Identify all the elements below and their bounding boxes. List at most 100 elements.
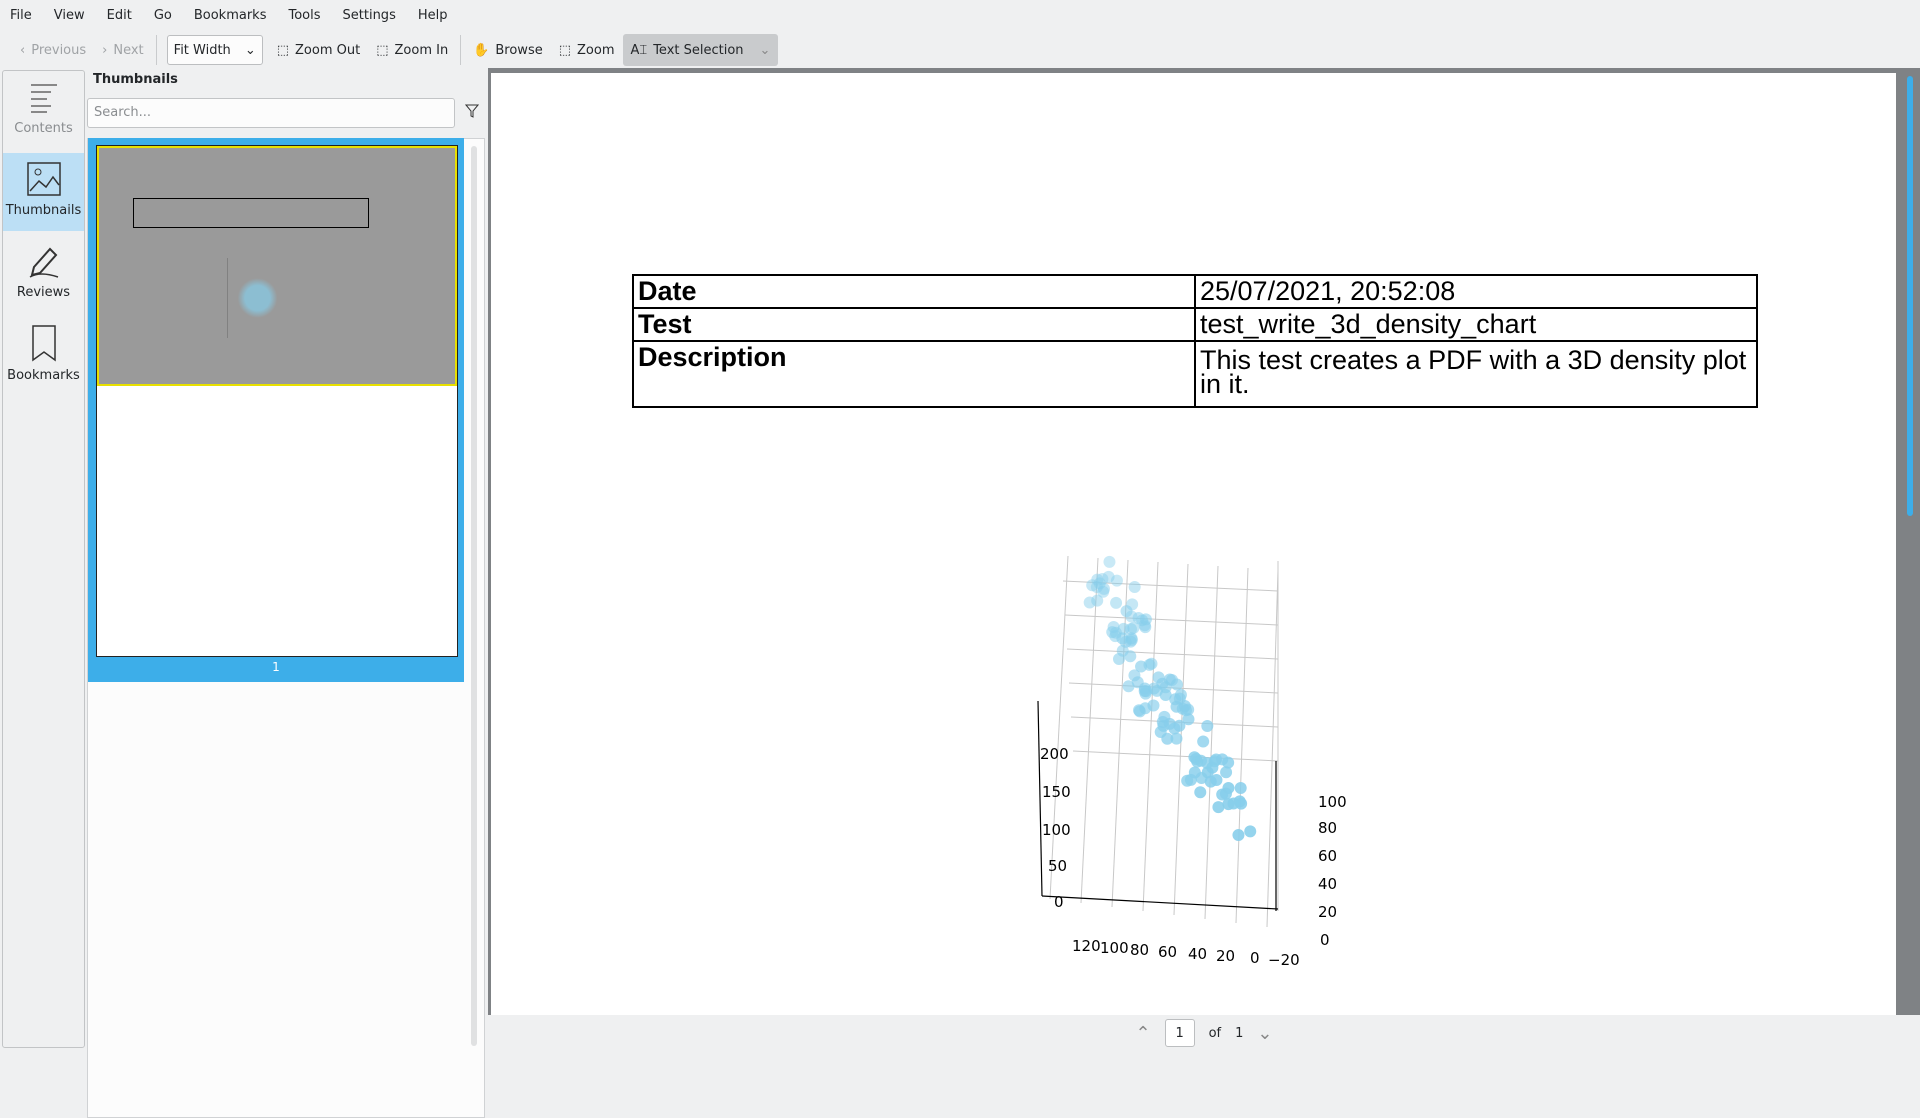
plot-point: [1201, 719, 1214, 732]
menu-settings[interactable]: Settings: [343, 8, 396, 23]
search-input[interactable]: Search...: [87, 98, 455, 128]
sidebar-item-reviews[interactable]: Reviews: [3, 235, 84, 311]
thumbnail-scrollbar[interactable]: [471, 146, 477, 1046]
table-row: Test test_write_3d_density_chart: [632, 307, 1758, 342]
previous-button[interactable]: ‹ Previous: [12, 34, 94, 66]
sidebar-item-thumbnails[interactable]: Thumbnails: [3, 153, 84, 231]
zoom-in-icon: ⬚: [376, 42, 389, 58]
chevron-left-icon: ‹: [20, 42, 26, 58]
zoom-out-label: Zoom Out: [295, 42, 361, 58]
plot-point: [1106, 626, 1119, 639]
info-table: Date 25/07/2021, 20:52:08 Test test_write_…: [632, 274, 1758, 408]
y-tick: 0: [1320, 931, 1330, 949]
plot-point: [1128, 581, 1141, 594]
sidebar-item-contents[interactable]: Contents: [3, 73, 84, 147]
plot-point: [1227, 797, 1240, 810]
plot-point: [1170, 732, 1183, 745]
divider: [460, 35, 462, 65]
chevron-down-icon[interactable]: ⌄: [1257, 1023, 1272, 1044]
thumbnail-table: [133, 198, 369, 228]
row-value: 25/07/2021, 20:52:08: [1194, 274, 1758, 309]
x-tick: 40: [1188, 945, 1207, 963]
page-of-label: of: [1208, 1025, 1222, 1041]
plot-point: [1096, 572, 1109, 585]
table-row: Date 25/07/2021, 20:52:08: [632, 274, 1758, 309]
plot-point: [1147, 699, 1160, 712]
plot-point: [1128, 669, 1141, 682]
thumbnail-plot: [227, 258, 287, 338]
plot-point: [1133, 704, 1146, 717]
text-cursor-icon: A⌶: [630, 42, 648, 58]
plot-point: [1125, 632, 1138, 645]
plot-point: [1182, 713, 1195, 726]
plot-point: [1234, 781, 1247, 794]
menu-edit[interactable]: Edit: [107, 8, 132, 23]
previous-label: Previous: [31, 42, 87, 58]
divider: [155, 35, 157, 65]
sidebar-label: Bookmarks: [7, 368, 80, 383]
plot-point: [1178, 700, 1191, 713]
thumbnail-image: [96, 145, 458, 657]
plot-point: [1154, 725, 1167, 738]
next-label: Next: [113, 42, 144, 58]
menu-bar: File View Edit Go Bookmarks Tools Settin…: [0, 0, 1920, 30]
menu-bookmarks[interactable]: Bookmarks: [194, 8, 267, 23]
panel-title: Thumbnails: [93, 72, 178, 87]
chevron-up-icon[interactable]: ⌃: [1136, 1023, 1151, 1044]
plot-point: [1194, 786, 1207, 799]
menu-go[interactable]: Go: [154, 8, 172, 23]
text-selection-button[interactable]: A⌶ Text Selection ⌄: [622, 34, 779, 66]
menu-view[interactable]: View: [54, 8, 85, 23]
plot-point: [1204, 775, 1217, 788]
menu-tools[interactable]: Tools: [288, 8, 320, 23]
plot-point: [1139, 685, 1152, 698]
zoom-tool-button[interactable]: ⬚ Zoom: [551, 34, 623, 66]
zoom-out-icon: ⬚: [276, 42, 290, 58]
plot-point: [1244, 825, 1257, 838]
document-scrollbar[interactable]: [1907, 76, 1913, 516]
menu-file[interactable]: File: [10, 8, 32, 23]
plot-point: [1120, 605, 1133, 618]
density-plot-3d: 200 150 100 50 0 100 80 60 40 20 0 120 1…: [1037, 555, 1347, 969]
y-tick: 100: [1318, 793, 1347, 811]
filter-icon[interactable]: [464, 104, 480, 122]
chevron-down-icon[interactable]: ⌄: [760, 43, 771, 58]
plot-point: [1212, 801, 1225, 814]
menu-help[interactable]: Help: [418, 8, 448, 23]
toolbar: ‹ Previous › Next Fit Width ⌄ ⬚ Zoom Out ⬚ Zo…: [0, 32, 1920, 68]
plot-point: [1112, 652, 1125, 665]
z-tick: 0: [1054, 893, 1064, 911]
pen-icon: [29, 247, 58, 278]
browse-button[interactable]: ✋ Browse: [465, 34, 551, 66]
x-tick: −20: [1268, 951, 1300, 969]
zoom-out-button[interactable]: ⬚ Zoom Out: [269, 34, 368, 66]
plot-point: [1206, 761, 1219, 774]
bookmark-icon: [31, 325, 56, 362]
thumbnail-page-number: 1: [272, 660, 280, 674]
page-number-input[interactable]: 1: [1164, 1019, 1195, 1047]
sidebar-label: Thumbnails: [5, 203, 82, 218]
text-selection-label: Text Selection: [653, 42, 744, 58]
thumbnail-page-1[interactable]: 1: [88, 138, 464, 682]
visible-area-highlight: [97, 146, 457, 386]
plot-point: [1168, 722, 1181, 735]
plot-point: [1220, 766, 1233, 779]
plot-point: [1110, 596, 1123, 609]
contents-icon: [30, 84, 57, 113]
thumbnails-panel: Thumbnails Search... 1: [87, 70, 485, 1118]
plot-point: [1216, 753, 1229, 766]
next-button[interactable]: › Next: [94, 34, 152, 66]
sidebar: Contents Thumbnails Reviews Bookmarks: [2, 70, 85, 1048]
zoom-mode-select[interactable]: Fit Width ⌄: [166, 35, 263, 65]
zoom-in-button[interactable]: ⬚ Zoom In: [368, 34, 456, 66]
plot-point: [1219, 787, 1232, 800]
sidebar-item-bookmarks[interactable]: Bookmarks: [3, 316, 84, 392]
chevron-right-icon: ›: [102, 42, 108, 58]
x-tick: 0: [1250, 949, 1260, 967]
plot-point: [1138, 619, 1151, 632]
y-tick: 40: [1318, 875, 1337, 893]
plot-point: [1194, 754, 1207, 767]
page-navigation: ⌃ 1 of 1 ⌄: [488, 1015, 1920, 1051]
sidebar-label: Contents: [14, 121, 73, 136]
y-tick: 20: [1318, 903, 1337, 921]
